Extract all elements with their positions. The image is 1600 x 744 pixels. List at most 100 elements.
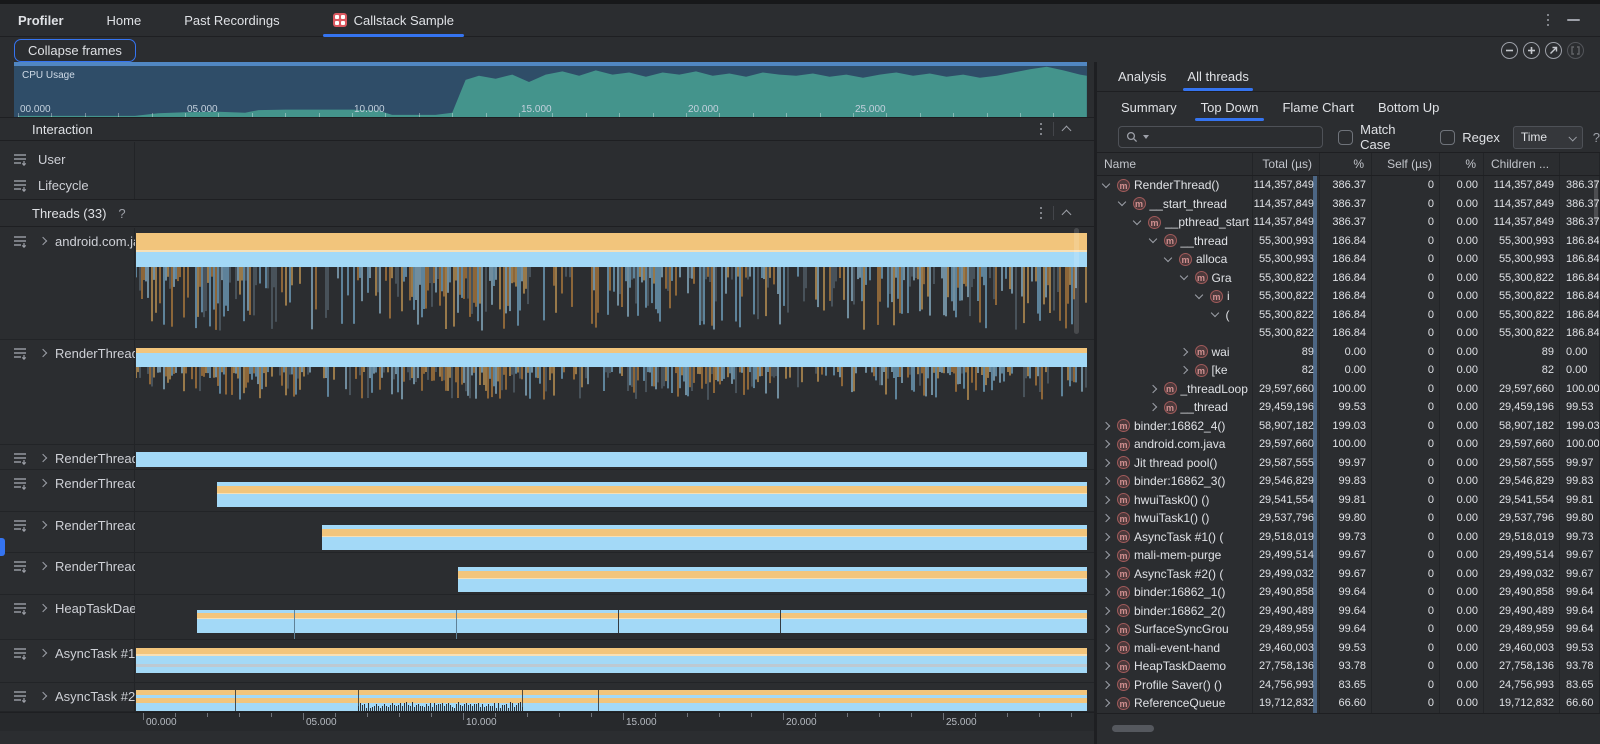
column-header-overflow[interactable] — [1560, 153, 1600, 175]
zoom-to-selection-icon[interactable] — [1567, 42, 1584, 59]
tree-row[interactable]: mhwuiTask1() ()29,537,79699.8000.0029,53… — [1097, 509, 1600, 528]
thread-track[interactable] — [136, 228, 1087, 339]
chevron-right-icon[interactable] — [1102, 514, 1110, 522]
interaction-row-lifecycle[interactable]: Lifecycle — [0, 172, 1094, 198]
column-header-self-s-[interactable]: Self (µs) — [1372, 153, 1440, 175]
chevron-down-icon[interactable] — [1210, 309, 1218, 317]
thread-track[interactable] — [136, 640, 1087, 682]
chevron-down-icon[interactable] — [1148, 235, 1156, 243]
chevron-right-icon[interactable] — [1102, 681, 1110, 689]
chevron-right-icon[interactable] — [1148, 385, 1156, 393]
tree-row[interactable]: mRenderThread()114,357,849386.3700.00114… — [1097, 176, 1600, 195]
chevron-right-icon[interactable] — [1102, 496, 1110, 504]
chevron-right-icon[interactable] — [1148, 403, 1156, 411]
interaction-row-user[interactable]: User — [0, 146, 1094, 172]
tree-row[interactable]: m[ke820.0000.00820.00 — [1097, 361, 1600, 380]
collapse-section-icon[interactable] — [1062, 210, 1072, 220]
tree-row[interactable]: mAsyncTask #1() (29,518,01999.7300.0029,… — [1097, 528, 1600, 547]
chevron-right-icon[interactable] — [1102, 570, 1110, 578]
thread-row[interactable]: android.com.ja... — [0, 228, 1094, 340]
chevron-right-icon[interactable] — [39, 562, 47, 570]
tree-row[interactable]: m__start_thread114,357,849386.3700.00114… — [1097, 195, 1600, 214]
tree-row[interactable]: (55,300,822186.8400.0055,300,822186.84 — [1097, 306, 1600, 325]
chevron-right-icon[interactable] — [1102, 699, 1110, 707]
chevron-down-icon[interactable] — [1179, 272, 1187, 280]
tab-callstack-sample[interactable]: Callstack Sample — [323, 4, 464, 36]
chevron-right-icon[interactable] — [1102, 588, 1110, 596]
tree-vertical-scrollbar-thumb[interactable] — [1594, 180, 1598, 222]
chevron-down-icon[interactable] — [1164, 254, 1172, 262]
chevron-right-icon[interactable] — [39, 692, 47, 700]
regex-checkbox[interactable] — [1440, 130, 1455, 145]
search-input[interactable] — [1152, 129, 1312, 145]
tree-row[interactable]: m__thread29,459,19699.5300.0029,459,1969… — [1097, 398, 1600, 417]
help-icon[interactable]: ? — [1593, 130, 1600, 145]
threads-kebab-menu-icon[interactable] — [1038, 205, 1045, 222]
minimize-icon[interactable] — [1567, 19, 1580, 21]
thread-row[interactable]: AsyncTask #1 — [0, 640, 1094, 683]
chevron-right-icon[interactable] — [39, 479, 47, 487]
filter-dropdown[interactable]: Time — [1513, 126, 1583, 149]
thread-row[interactable]: RenderThread — [0, 470, 1094, 512]
tree-row[interactable]: mbinder:16862_1()29,490,85899.6400.0029,… — [1097, 583, 1600, 602]
chevron-right-icon[interactable] — [39, 349, 47, 357]
column-header--[interactable]: % — [1320, 153, 1372, 175]
collapse-frames-button[interactable]: Collapse frames — [14, 39, 136, 62]
chevron-down-icon[interactable] — [1117, 198, 1125, 206]
tree-row[interactable]: m_threadLoop29,597,660100.0000.0029,597,… — [1097, 380, 1600, 399]
chevron-down-icon[interactable] — [1133, 217, 1141, 225]
chevron-right-icon[interactable] — [1102, 607, 1110, 615]
threads-scrollbar-thumb[interactable] — [1074, 228, 1079, 334]
chevron-right-icon[interactable] — [1102, 644, 1110, 652]
thread-row[interactable]: AsyncTask #2 — [0, 683, 1094, 712]
chevron-right-icon[interactable] — [1102, 551, 1110, 559]
subtab-summary[interactable]: Summary — [1121, 93, 1177, 122]
tree-row[interactable]: mProfile Saver() ()24,756,99383.6500.002… — [1097, 676, 1600, 695]
tree-row[interactable]: mandroid.com.java29,597,660100.0000.0029… — [1097, 435, 1600, 454]
tree-row[interactable]: 55,300,822186.8400.0055,300,822186.84 — [1097, 324, 1600, 343]
window-kebab-menu-icon[interactable] — [1545, 12, 1552, 29]
chevron-right-icon[interactable] — [39, 521, 47, 529]
chevron-down-icon[interactable] — [1195, 291, 1203, 299]
tree-row[interactable]: mJit thread pool()29,587,55599.9700.0029… — [1097, 454, 1600, 473]
nav-home[interactable]: Home — [107, 13, 142, 28]
regex-label[interactable]: Regex — [1462, 130, 1500, 145]
thread-track[interactable] — [136, 683, 1087, 711]
tree-row[interactable]: mbinder:16862_2()29,490,48999.6400.0029,… — [1097, 602, 1600, 621]
tree-row[interactable]: mhwuiTask0() ()29,541,55499.8100.0029,54… — [1097, 491, 1600, 510]
column-header--[interactable]: % — [1440, 153, 1484, 175]
tree-row[interactable]: mmali-event-hand29,460,00399.5300.0029,4… — [1097, 639, 1600, 658]
tree-row[interactable]: mAsyncTask #2() (29,499,03299.6700.0029,… — [1097, 565, 1600, 584]
cpu-usage-chart[interactable]: CPU Usage 00.00005.00010.00015.00020.000… — [14, 62, 1087, 117]
tree-row[interactable]: mwai890.0000.00890.00 — [1097, 343, 1600, 362]
zoom-in-icon[interactable] — [1523, 42, 1540, 59]
thread-track[interactable] — [136, 445, 1087, 469]
threads-section-header[interactable]: Threads (33) ? — [0, 199, 1094, 227]
chevron-right-icon[interactable] — [1102, 477, 1110, 485]
thread-track[interactable] — [136, 512, 1087, 552]
chevron-right-icon[interactable] — [1102, 422, 1110, 430]
chevron-right-icon[interactable] — [1102, 459, 1110, 467]
tab-all-threads[interactable]: All threads — [1187, 62, 1248, 91]
tree-row[interactable]: mReferenceQueue19,712,83266.6000.0019,71… — [1097, 694, 1600, 713]
column-header-children-[interactable]: Children ... — [1484, 153, 1560, 175]
tree-row[interactable]: mmali-mem-purge29,499,51499.6700.0029,49… — [1097, 546, 1600, 565]
tree-row[interactable]: malloca55,300,993186.8400.0055,300,99318… — [1097, 250, 1600, 269]
tree-row[interactable]: mbinder:16862_4()58,907,182199.0300.0058… — [1097, 417, 1600, 436]
chevron-right-icon[interactable] — [39, 604, 47, 612]
chevron-right-icon[interactable] — [39, 649, 47, 657]
subtab-bottom-up[interactable]: Bottom Up — [1378, 93, 1439, 122]
chevron-right-icon[interactable] — [1102, 533, 1110, 541]
thread-row[interactable]: RenderThread — [0, 445, 1094, 470]
tree-row[interactable]: m__pthread_start114,357,849386.3700.0011… — [1097, 213, 1600, 232]
tree-row[interactable]: m__thread55,300,993186.8400.0055,300,993… — [1097, 232, 1600, 251]
search-input-box[interactable] — [1118, 126, 1323, 148]
threads-help-icon[interactable]: ? — [118, 206, 125, 221]
chevron-right-icon[interactable] — [1102, 662, 1110, 670]
tree-horizontal-scrollbar-thumb[interactable] — [1112, 725, 1154, 732]
thread-row[interactable]: RenderThread — [0, 512, 1094, 553]
reset-zoom-icon[interactable] — [1545, 42, 1562, 59]
match-case-label[interactable]: Match Case — [1360, 122, 1427, 152]
thread-track[interactable] — [136, 470, 1087, 511]
tree-row[interactable]: mSurfaceSyncGrou29,489,95999.6400.0029,4… — [1097, 620, 1600, 639]
